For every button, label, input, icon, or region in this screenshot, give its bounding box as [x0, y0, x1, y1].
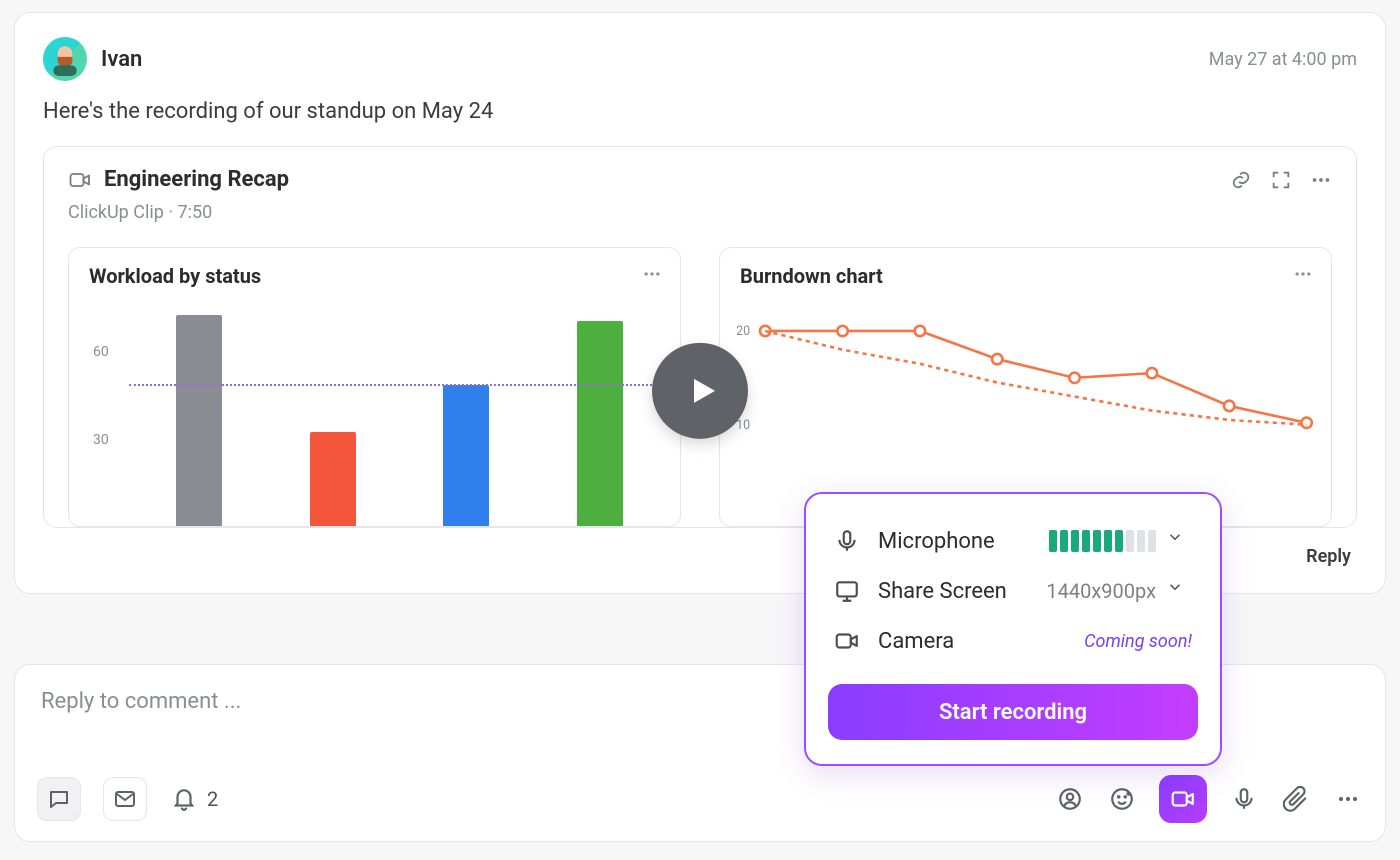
svg-text:20: 20 [736, 324, 750, 339]
clip-actions [1230, 169, 1332, 191]
microphone-label: Microphone [878, 529, 995, 554]
expand-icon[interactable] [1270, 169, 1292, 191]
clip-duration: 7:50 [177, 202, 212, 223]
share-screen-label: Share Screen [878, 579, 1007, 604]
workload-bar [577, 321, 623, 526]
comment-header: Ivan May 27 at 4:00 pm [43, 37, 1357, 81]
author-avatar[interactable] [43, 37, 87, 81]
reply-toolbar: 2 [37, 775, 1363, 823]
chevron-down-icon[interactable] [1166, 578, 1192, 604]
notifications-button[interactable] [169, 784, 199, 814]
microphone-row[interactable]: Microphone [828, 516, 1198, 566]
microphone-icon [834, 528, 860, 554]
clip-title[interactable]: Engineering Recap [104, 167, 289, 192]
attach-button[interactable] [1281, 784, 1311, 814]
author-name[interactable]: Ivan [101, 47, 142, 72]
start-recording-button[interactable]: Start recording [828, 684, 1198, 740]
play-button[interactable] [652, 343, 748, 439]
chat-button[interactable] [37, 777, 81, 821]
svg-text:10: 10 [736, 418, 750, 433]
screen-icon [834, 578, 860, 604]
assign-button[interactable] [1055, 784, 1085, 814]
share-screen-row[interactable]: Share Screen 1440x900px [828, 566, 1198, 616]
comment-timestamp: May 27 at 4:00 pm [1209, 49, 1357, 70]
chevron-down-icon[interactable] [1166, 528, 1192, 554]
more-menu-icon[interactable] [1310, 169, 1332, 191]
record-video-button[interactable] [1159, 775, 1207, 823]
workload-bar [443, 385, 489, 526]
copy-link-icon[interactable] [1230, 169, 1252, 191]
more-tools-icon[interactable] [1333, 784, 1363, 814]
camera-icon [834, 628, 860, 654]
workload-bar [310, 432, 356, 526]
clip-card: Engineering Recap ClickUp Clip · 7:50 [43, 146, 1357, 528]
notification-count: 2 [207, 787, 218, 811]
comment-body: Here's the recording of our standup on M… [43, 99, 1357, 124]
workload-chart [129, 308, 664, 526]
camera-label: Camera [878, 629, 954, 654]
burndown-chart-menu-icon[interactable] [1293, 264, 1313, 284]
clip-header: Engineering Recap [68, 167, 1332, 192]
clip-source: ClickUp Clip [68, 202, 164, 223]
workload-chart-menu-icon[interactable] [642, 264, 662, 284]
share-screen-resolution: 1440x900px [1046, 579, 1156, 603]
emoji-button[interactable] [1107, 784, 1137, 814]
camera-status: Coming soon! [1084, 631, 1192, 652]
workload-chart-title: Workload by status [89, 264, 660, 288]
camera-row: Camera Coming soon! [828, 616, 1198, 666]
workload-bar [176, 315, 222, 526]
email-button[interactable] [103, 777, 147, 821]
video-clip-icon [68, 168, 92, 192]
microphone-level-meter [1049, 530, 1156, 552]
record-audio-button[interactable] [1229, 784, 1259, 814]
burndown-chart-panel: Burndown chart 10 20 [719, 247, 1332, 527]
burndown-chart-title: Burndown chart [740, 264, 1311, 288]
clip-preview: Workload by status 3060 Burndown chart 1… [68, 247, 1332, 527]
workload-chart-panel: Workload by status 3060 [68, 247, 681, 527]
recording-popover: Microphone Share Screen 1440x900px Camer… [804, 492, 1222, 766]
clip-subtitle: ClickUp Clip · 7:50 [68, 202, 1332, 223]
